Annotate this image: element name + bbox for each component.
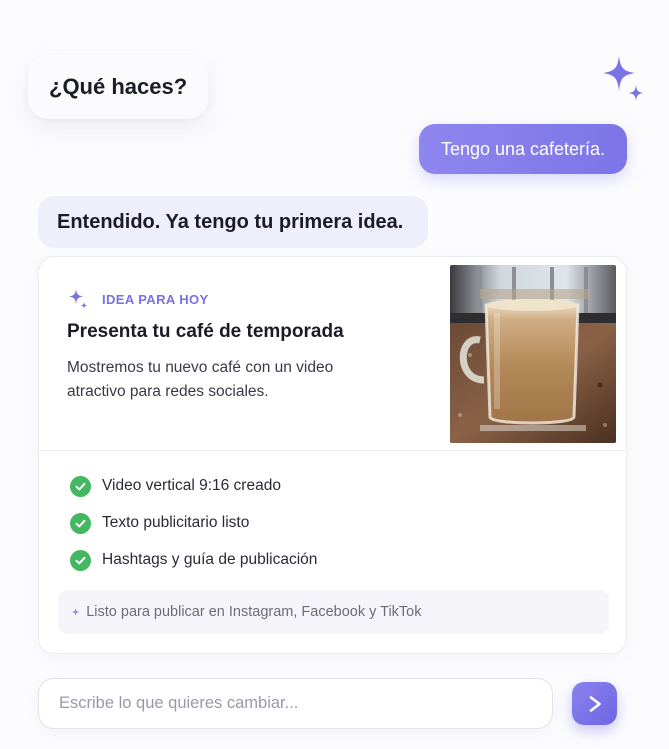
idea-tag: IDEA PARA HOY	[67, 288, 209, 310]
idea-tag-label: IDEA PARA HOY	[102, 291, 209, 307]
deliverables-checklist: Video vertical 9:16 creado Texto publici…	[70, 475, 317, 586]
coffee-photo	[450, 265, 616, 443]
idea-card: IDEA PARA HOY Presenta tu café de tempor…	[38, 256, 627, 654]
list-item: Texto publicitario listo	[70, 512, 317, 534]
ready-note-text: Listo para publicar en Instagram, Facebo…	[86, 604, 422, 620]
ready-to-publish-note: ✦ Listo para publicar en Instagram, Face…	[58, 590, 609, 634]
check-circle-icon	[70, 549, 91, 571]
assistant-reply-text: Entendido. Ya tengo tu primera idea.	[57, 210, 404, 233]
assistant-question-bubble: ¿Qué haces?	[28, 55, 208, 119]
user-message-bubble: Tengo una cafetería.	[419, 124, 627, 174]
sparkle-icon	[68, 289, 88, 309]
check-circle-icon	[70, 512, 91, 534]
message-input[interactable]	[59, 694, 552, 713]
user-message-text: Tengo una cafetería.	[440, 138, 606, 159]
check-circle-icon	[70, 475, 91, 497]
message-composer[interactable]	[38, 678, 553, 729]
idea-title: Presenta tu café de temporada	[67, 321, 344, 342]
list-item: Video vertical 9:16 creado	[70, 475, 317, 497]
assistant-reply-bubble: Entendido. Ya tengo tu primera idea.	[38, 196, 428, 248]
checklist-label: Video vertical 9:16 creado	[102, 477, 281, 494]
assistant-question-text: ¿Qué haces?	[49, 74, 188, 99]
send-arrow-icon	[589, 695, 601, 712]
checklist-label: Hashtags y guía de publicación	[102, 551, 318, 568]
send-button[interactable]	[572, 682, 617, 725]
checklist-label: Texto publicitario listo	[102, 514, 250, 531]
sparkle-icon	[603, 56, 644, 101]
list-item: Hashtags y guía de publicación	[70, 549, 317, 571]
card-divider	[39, 450, 626, 451]
idea-description: Mostremos tu nuevo café con un video atr…	[67, 359, 334, 400]
sparkle-icon: ✦	[71, 606, 81, 619]
